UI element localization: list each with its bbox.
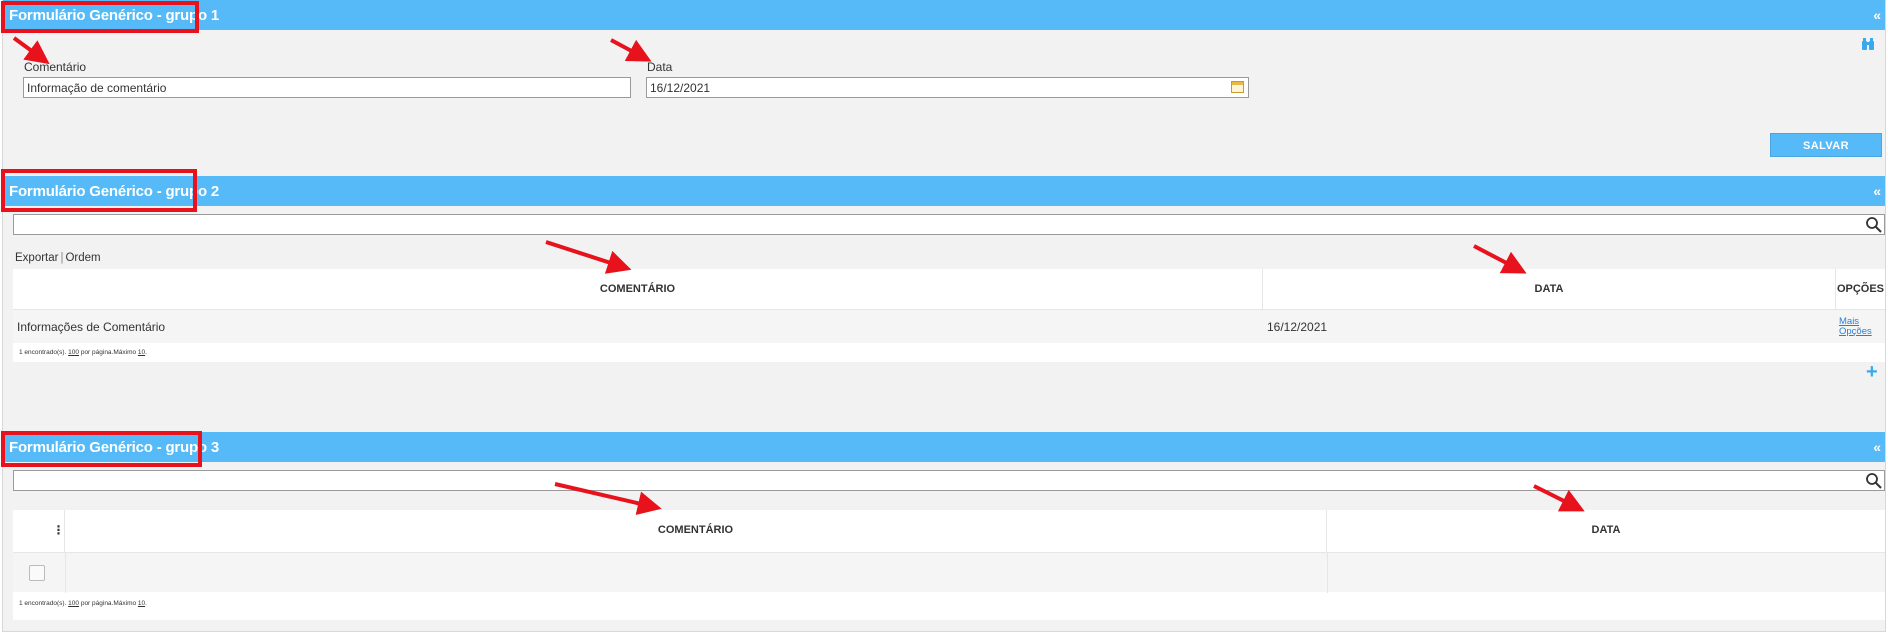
table-row[interactable]	[13, 552, 1885, 593]
table-footer: 1 encontrado(s). 100 por página.Máximo 1…	[19, 600, 147, 607]
column-header-comentario[interactable]: COMENTÁRIO	[65, 510, 1327, 552]
ordem-link[interactable]: Ordem	[65, 252, 100, 264]
kebab-menu-icon[interactable]: ⋮	[53, 523, 65, 537]
search-input[interactable]	[13, 214, 1885, 235]
column-header-data[interactable]: DATA	[1263, 269, 1836, 309]
mais-opcoes-link[interactable]: Mais Opções	[1839, 317, 1872, 337]
group1-title: Formulário Genérico - grupo 1	[9, 7, 220, 24]
footer-end: .	[145, 349, 147, 356]
row-checkbox[interactable]	[29, 565, 45, 581]
footer-found: 1 encontrado(s).	[19, 600, 67, 607]
group3-section: Formulário Genérico - grupo 3 « ⋮ COMENT…	[2, 432, 1886, 632]
search-input[interactable]	[13, 470, 1885, 491]
group1-header[interactable]: Formulário Genérico - grupo 1 «	[3, 0, 1885, 30]
table-toolbar: Exportar | Ordem	[15, 252, 101, 264]
column-header-comentario[interactable]: COMENTÁRIO	[13, 269, 1263, 309]
group3-header[interactable]: Formulário Genérico - grupo 3 «	[3, 432, 1885, 462]
row-divider	[65, 553, 66, 593]
data-label: Data	[647, 60, 673, 74]
search-icon[interactable]	[1865, 216, 1883, 234]
row-divider	[1327, 553, 1328, 593]
search-icon[interactable]	[1865, 472, 1883, 490]
footer-per-page-text: por página.Máximo	[80, 349, 137, 356]
collapse-icon[interactable]: «	[1873, 7, 1881, 23]
comentario-input[interactable]	[23, 77, 631, 98]
group2-section: Formulário Genérico - grupo 2 « Exportar…	[2, 176, 1886, 432]
per-page-value[interactable]: 100	[68, 600, 79, 607]
row-data-cell: 16/12/2021	[1267, 320, 1328, 334]
column-header-data[interactable]: DATA	[1327, 510, 1885, 552]
collapse-icon[interactable]: «	[1873, 439, 1881, 455]
footer-found: 1 encontrado(s).	[19, 349, 67, 356]
table-footer: 1 encontrado(s). 100 por página.Máximo 1…	[19, 349, 147, 356]
group2-header[interactable]: Formulário Genérico - grupo 2 «	[3, 176, 1885, 206]
group2-table: COMENTÁRIO DATA OPÇÕES Informações de Co…	[13, 269, 1885, 362]
comentario-label: Comentário	[24, 60, 87, 74]
save-button[interactable]: SALVAR	[1770, 133, 1882, 157]
group2-title: Formulário Genérico - grupo 2	[9, 183, 220, 200]
column-header-menu[interactable]: ⋮	[13, 510, 65, 552]
collapse-icon[interactable]: «	[1873, 183, 1881, 199]
exportar-link[interactable]: Exportar	[15, 252, 58, 264]
calendar-icon[interactable]	[1231, 81, 1244, 93]
table-row[interactable]: Informações de Comentário 16/12/2021 Mai…	[13, 309, 1885, 343]
mais-opcoes-line2: Opções	[1839, 326, 1872, 337]
binoculars-icon[interactable]	[1861, 37, 1875, 51]
add-row-button[interactable]: +	[1866, 362, 1878, 382]
group3-table: ⋮ COMENTÁRIO DATA 1 encontrado(s). 100 p…	[13, 510, 1885, 620]
footer-end: .	[145, 600, 147, 607]
column-header-opcoes: OPÇÕES	[1836, 283, 1885, 295]
per-page-value[interactable]: 100	[68, 349, 79, 356]
group3-title: Formulário Genérico - grupo 3	[9, 439, 220, 456]
group1-section: Formulário Genérico - grupo 1 « Comentár…	[2, 0, 1886, 176]
footer-per-page-text: por página.Máximo	[80, 600, 137, 607]
row-comentario-cell: Informações de Comentário	[17, 320, 166, 334]
data-input[interactable]	[646, 77, 1249, 98]
